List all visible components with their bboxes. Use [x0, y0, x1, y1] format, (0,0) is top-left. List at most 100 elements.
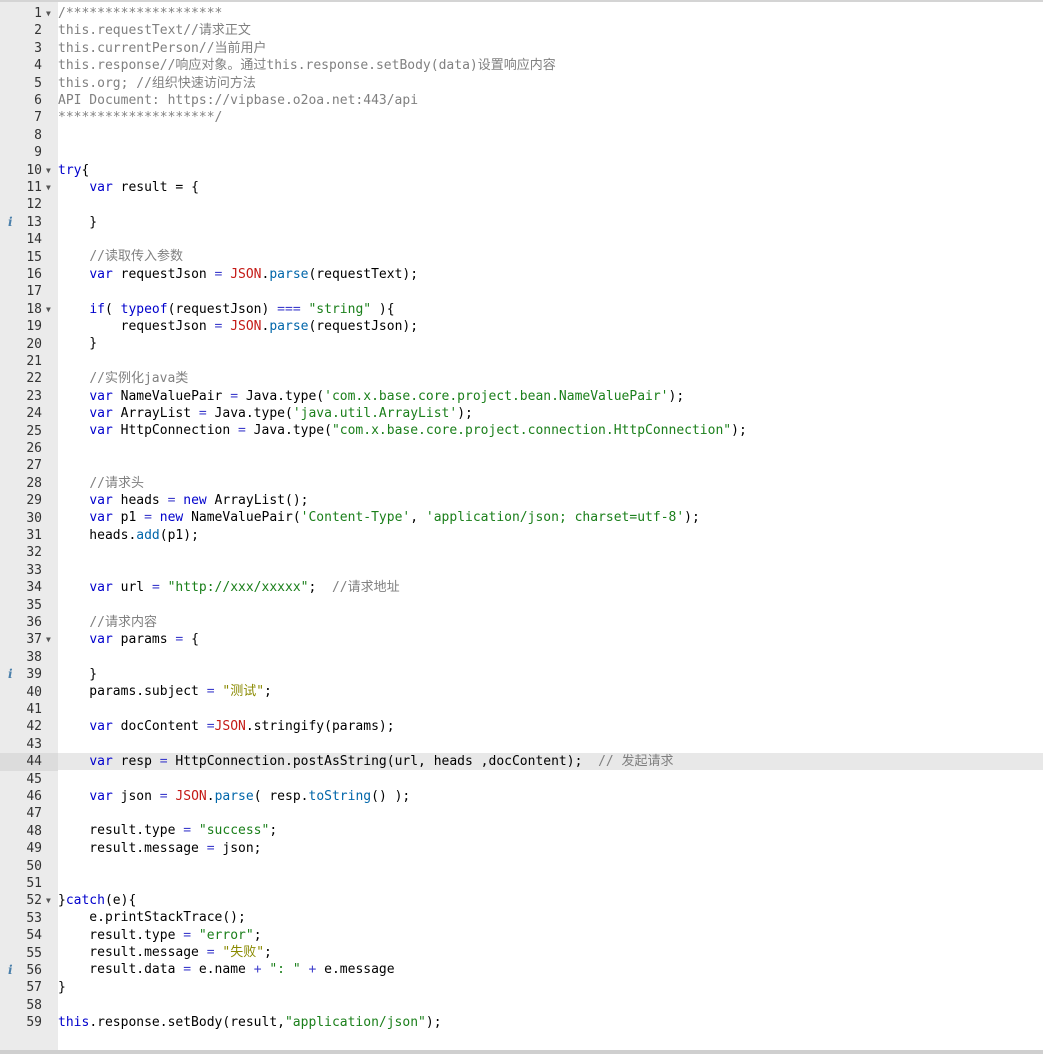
gutter-line[interactable]: 36	[0, 614, 58, 631]
gutter-line[interactable]: 16	[0, 266, 58, 283]
gutter-line[interactable]: 17	[0, 283, 58, 300]
gutter-line[interactable]: 30	[0, 510, 58, 527]
code-line[interactable]: }	[58, 335, 1043, 352]
gutter-line[interactable]: 22	[0, 370, 58, 387]
gutter-line[interactable]: 45	[0, 771, 58, 788]
gutter-line[interactable]: 55	[0, 945, 58, 962]
fold-toggle-icon[interactable]: ▼	[46, 179, 51, 196]
gutter-line[interactable]: 19	[0, 318, 58, 335]
code-line[interactable]: //请求头	[58, 475, 1043, 492]
gutter-line[interactable]: 24	[0, 405, 58, 422]
code-line[interactable]: var result = {	[58, 179, 1043, 196]
code-line[interactable]: }	[58, 979, 1043, 996]
gutter-line[interactable]: 40	[0, 684, 58, 701]
code-line[interactable]	[58, 353, 1043, 370]
gutter-line[interactable]: 5	[0, 75, 58, 92]
code-line[interactable]: var resp = HttpConnection.postAsString(u…	[58, 752, 1043, 771]
gutter-line[interactable]: 57	[0, 979, 58, 996]
code-line[interactable]: result.type = "success";	[58, 822, 1043, 839]
code-line[interactable]	[58, 196, 1043, 213]
code-line[interactable]	[58, 805, 1043, 822]
code-line[interactable]	[58, 544, 1043, 561]
line-number-gutter[interactable]: 1 ▼ 2 3 4 5 6 7 8 9 10 ▼ 11 ▼ 12 13 i 14 15 16 17 18 ▼ 19 20 21 22…	[0, 2, 58, 1052]
code-line[interactable]	[58, 596, 1043, 613]
code-line[interactable]	[58, 457, 1043, 474]
gutter-line[interactable]: 6	[0, 92, 58, 109]
code-line[interactable]	[58, 735, 1043, 752]
code-line[interactable]	[58, 562, 1043, 579]
gutter-line[interactable]: 56 i	[0, 962, 58, 979]
gutter-line[interactable]: 25	[0, 423, 58, 440]
code-line[interactable]: //请求内容	[58, 614, 1043, 631]
gutter-line[interactable]: 27	[0, 457, 58, 474]
code-line[interactable]: ********************/	[58, 109, 1043, 126]
fold-toggle-icon[interactable]: ▼	[46, 631, 51, 648]
fold-toggle-icon[interactable]: ▼	[46, 301, 51, 318]
gutter-line[interactable]: 44	[0, 753, 58, 771]
code-line[interactable]: params.subject = "测试";	[58, 683, 1043, 700]
code-line[interactable]: var requestJson = JSON.parse(requestText…	[58, 266, 1043, 283]
code-line[interactable]: /********************	[58, 5, 1043, 22]
info-annotation-icon[interactable]: i	[8, 214, 13, 231]
gutter-line[interactable]: 37 ▼	[0, 631, 58, 648]
gutter-line[interactable]: 15	[0, 249, 58, 266]
code-line[interactable]	[58, 648, 1043, 665]
gutter-line[interactable]: 12	[0, 196, 58, 213]
gutter-line[interactable]: 48	[0, 823, 58, 840]
gutter-line[interactable]: 59	[0, 1014, 58, 1031]
code-line[interactable]: if( typeof(requestJson) === "string" ){	[58, 301, 1043, 318]
code-line[interactable]: this.requestText//请求正文	[58, 22, 1043, 39]
gutter-line[interactable]: 31	[0, 527, 58, 544]
code-line[interactable]: var json = JSON.parse( resp.toString() )…	[58, 788, 1043, 805]
code-line[interactable]: result.message = json;	[58, 840, 1043, 857]
fold-toggle-icon[interactable]: ▼	[46, 5, 51, 22]
gutter-line[interactable]: 2	[0, 22, 58, 39]
gutter-line[interactable]: 26	[0, 440, 58, 457]
gutter-line[interactable]: 50	[0, 858, 58, 875]
code-line[interactable]	[58, 875, 1043, 892]
gutter-line[interactable]: 10 ▼	[0, 162, 58, 179]
code-area[interactable]: /******************** this.requestText//请…	[58, 5, 1043, 1031]
code-line[interactable]: var HttpConnection = Java.type("com.x.ba…	[58, 422, 1043, 439]
gutter-line[interactable]: 34	[0, 579, 58, 596]
code-line[interactable]: requestJson = JSON.parse(requestJson);	[58, 318, 1043, 335]
gutter-line[interactable]: 46	[0, 788, 58, 805]
code-line[interactable]: }	[58, 214, 1043, 231]
gutter-line[interactable]: 52 ▼	[0, 892, 58, 909]
code-line[interactable]: }	[58, 666, 1043, 683]
gutter-line[interactable]: 8	[0, 127, 58, 144]
code-line[interactable]: var heads = new ArrayList();	[58, 492, 1043, 509]
code-line[interactable]	[58, 127, 1043, 144]
gutter-line[interactable]: 38	[0, 649, 58, 666]
gutter-line[interactable]: 42	[0, 718, 58, 735]
gutter-line[interactable]: 23	[0, 388, 58, 405]
code-line[interactable]: result.data = e.name + ": " + e.message	[58, 961, 1043, 978]
code-line[interactable]: this.response//响应对象。通过this.response.setB…	[58, 57, 1043, 74]
gutter-line[interactable]: 51	[0, 875, 58, 892]
gutter-line[interactable]: 3	[0, 40, 58, 57]
gutter-line[interactable]: 35	[0, 597, 58, 614]
gutter-line[interactable]: 7	[0, 109, 58, 126]
code-line[interactable]	[58, 701, 1043, 718]
code-line[interactable]: var p1 = new NameValuePair('Content-Type…	[58, 509, 1043, 526]
gutter-line[interactable]: 49	[0, 840, 58, 857]
gutter-line[interactable]: 9	[0, 144, 58, 161]
gutter-line[interactable]: 47	[0, 805, 58, 822]
gutter-line[interactable]: 32	[0, 544, 58, 561]
code-line[interactable]: var docContent =JSON.stringify(params);	[58, 718, 1043, 735]
gutter-line[interactable]: 21	[0, 353, 58, 370]
code-line[interactable]	[58, 996, 1043, 1013]
code-line[interactable]	[58, 770, 1043, 787]
code-line[interactable]: //读取传入参数	[58, 248, 1043, 265]
gutter-line[interactable]: 1 ▼	[0, 5, 58, 22]
fold-toggle-icon[interactable]: ▼	[46, 162, 51, 179]
gutter-line[interactable]: 33	[0, 562, 58, 579]
code-line[interactable]: var NameValuePair = Java.type('com.x.bas…	[58, 388, 1043, 405]
code-line[interactable]: var url = "http://xxx/xxxxx"; //请求地址	[58, 579, 1043, 596]
code-line[interactable]: var ArrayList = Java.type('java.util.Arr…	[58, 405, 1043, 422]
code-line[interactable]: result.type = "error";	[58, 927, 1043, 944]
gutter-line[interactable]: 18 ▼	[0, 301, 58, 318]
gutter-line[interactable]: 43	[0, 736, 58, 753]
gutter-line[interactable]: 28	[0, 475, 58, 492]
fold-toggle-icon[interactable]: ▼	[46, 892, 51, 909]
